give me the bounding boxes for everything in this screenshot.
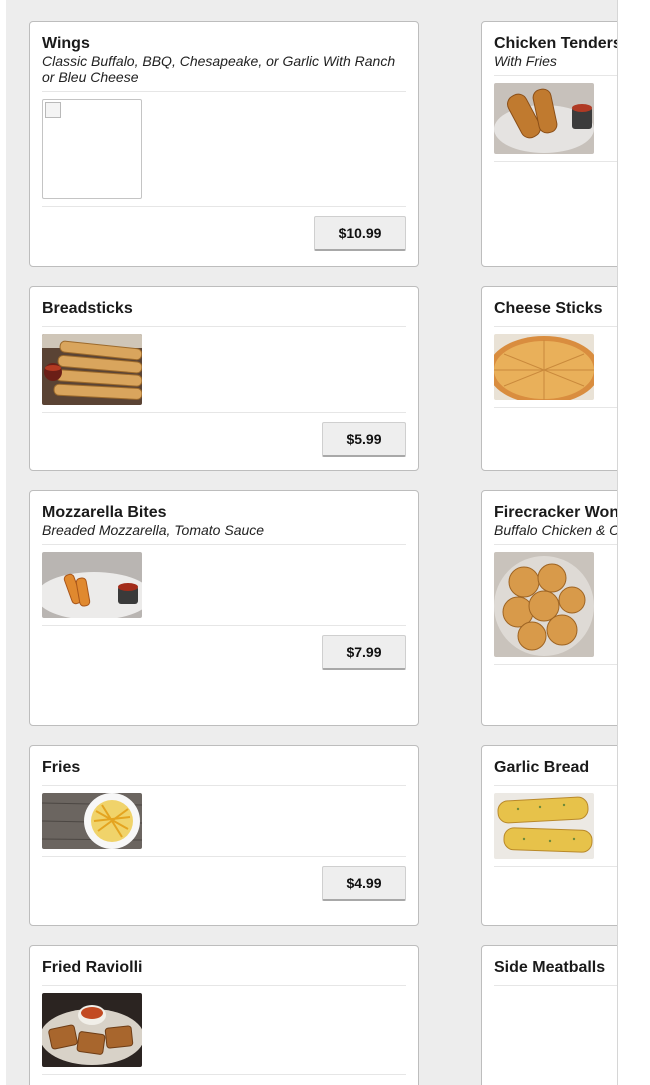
menu-item-card-breadsticks[interactable]: Breadsticks $5.99 — [29, 286, 419, 471]
item-image-area — [494, 786, 617, 867]
menu-item-card-chicken-tenders[interactable]: Chicken Tenders With Fries — [481, 21, 618, 267]
price-row: $5.99 — [42, 413, 406, 473]
item-image-area — [42, 92, 406, 207]
menu-item-card-side-meatballs[interactable]: Side Meatballs — [481, 945, 617, 1085]
broken-image-icon — [42, 99, 142, 199]
item-title: Wings — [42, 35, 90, 52]
garlic-bread-photo — [494, 793, 594, 859]
item-description: With Fries — [494, 53, 557, 69]
menu-item-card-fried-ravioli[interactable]: Fried Raviolli — [29, 945, 419, 1085]
item-image-area — [42, 327, 406, 413]
chicken-tenders-photo — [494, 83, 594, 154]
item-title: Fried Raviolli — [42, 959, 143, 976]
price-row: $10.99 — [42, 207, 406, 267]
fries-photo — [42, 793, 142, 849]
item-image-area — [42, 786, 406, 857]
item-image-area — [494, 327, 617, 408]
cheese-sticks-photo — [494, 334, 594, 400]
card-header: Side Meatballs — [494, 946, 617, 986]
card-header: Fried Raviolli — [42, 946, 406, 986]
item-title: Fries — [42, 759, 81, 776]
item-title: Garlic Bread — [494, 759, 590, 776]
card-header: Cheese Sticks — [494, 287, 617, 327]
item-image-area — [42, 545, 406, 626]
card-header: Firecracker Wontons Buffalo Chicken & Ch… — [494, 491, 618, 545]
price-button[interactable]: $5.99 — [322, 422, 406, 457]
item-description: Classic Buffalo, BBQ, Chesapeake, or Gar… — [42, 53, 396, 85]
item-description: Buffalo Chicken & Cheese — [494, 522, 617, 538]
price-row: $7.99 — [42, 626, 406, 686]
fried-ravioli-photo — [42, 993, 142, 1067]
card-header: Garlic Bread — [494, 746, 617, 786]
item-image-area — [42, 986, 406, 1075]
menu-item-card-cheese-sticks[interactable]: Cheese Sticks — [481, 286, 617, 471]
card-header: Wings Classic Buffalo, BBQ, Chesapeake, … — [42, 22, 406, 92]
price-button[interactable]: $10.99 — [314, 216, 406, 251]
card-header: Mozzarella Bites Breaded Mozzarella, Tom… — [42, 491, 406, 545]
menu-item-card-wings[interactable]: Wings Classic Buffalo, BBQ, Chesapeake, … — [29, 21, 419, 267]
item-title: Breadsticks — [42, 300, 133, 317]
price-button[interactable]: $4.99 — [322, 866, 406, 901]
item-title: Firecracker Wontons — [494, 504, 618, 521]
item-description: Breaded Mozzarella, Tomato Sauce — [42, 522, 265, 538]
menu-item-card-fries[interactable]: Fries $4.99 — [29, 745, 419, 926]
item-image-area — [494, 545, 617, 665]
menu-item-card-mozzarella-bites[interactable]: Mozzarella Bites Breaded Mozzarella, Tom… — [29, 490, 419, 726]
menu-item-card-garlic-bread[interactable]: Garlic Bread — [481, 745, 617, 926]
item-title: Cheese Sticks — [494, 300, 603, 317]
item-image-area — [494, 76, 617, 162]
mozzarella-bites-photo — [42, 552, 142, 618]
wontons-photo — [494, 552, 594, 657]
item-title: Side Meatballs — [494, 959, 606, 976]
item-title: Mozzarella Bites — [42, 504, 167, 521]
menu-item-card-firecracker-wontons[interactable]: Firecracker Wontons Buffalo Chicken & Ch… — [481, 490, 618, 726]
breadsticks-photo — [42, 334, 142, 405]
card-header: Fries — [42, 746, 406, 786]
price-row: $4.99 — [42, 857, 406, 917]
card-header: Breadsticks — [42, 287, 406, 327]
item-title: Chicken Tenders — [494, 35, 618, 52]
price-button[interactable]: $7.99 — [322, 635, 406, 670]
card-header: Chicken Tenders With Fries — [494, 22, 618, 76]
menu-viewport: Wings Classic Buffalo, BBQ, Chesapeake, … — [6, 0, 618, 1085]
